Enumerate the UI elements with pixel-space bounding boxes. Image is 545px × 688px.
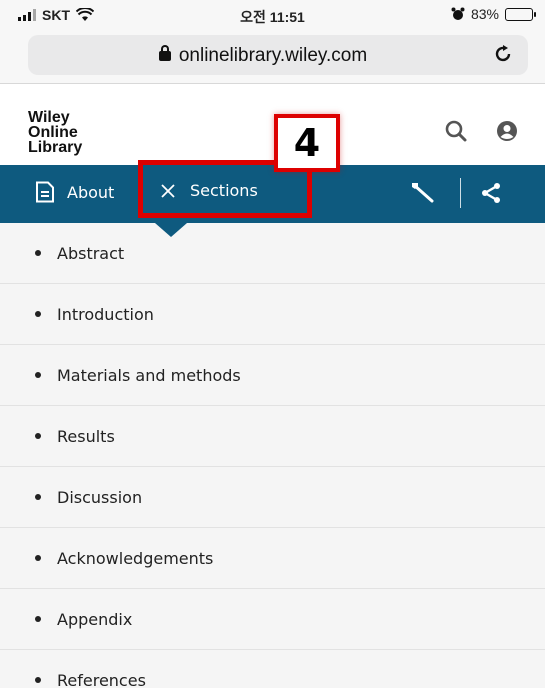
share-icon[interactable]	[480, 182, 502, 204]
section-item-label: Discussion	[57, 487, 143, 507]
address-bar[interactable]: onlinelibrary.wiley.com	[28, 35, 528, 75]
section-item-label: Results	[57, 426, 115, 446]
bullet-icon	[35, 433, 41, 439]
sections-list: Abstract Introduction Materials and method…	[0, 223, 545, 688]
section-item-references[interactable]: References	[0, 650, 545, 688]
site-header: Wiley Online Library	[0, 85, 545, 165]
section-item-label: Introduction	[57, 304, 154, 324]
section-item-abstract[interactable]: Abstract	[0, 223, 545, 284]
user-icon[interactable]	[496, 120, 518, 142]
bullet-icon	[35, 677, 41, 683]
browser-address-area: onlinelibrary.wiley.com	[0, 32, 545, 84]
search-icon[interactable]	[444, 119, 468, 143]
section-item-label: Appendix	[57, 609, 133, 629]
status-right: 83%	[451, 6, 536, 22]
address-text-container: onlinelibrary.wiley.com	[28, 45, 498, 67]
section-item-results[interactable]: Results	[0, 406, 545, 467]
section-item-label: References	[57, 670, 146, 688]
battery-percent: 83%	[470, 6, 499, 22]
sections-caret	[155, 223, 187, 237]
section-item-discussion[interactable]: Discussion	[0, 467, 545, 528]
status-bar: SKT 오전 11:51 83%	[0, 0, 545, 32]
section-item-label: Materials and methods	[57, 365, 241, 385]
section-item-label: Acknowledgements	[57, 548, 214, 568]
bullet-icon	[35, 555, 41, 561]
bullet-icon	[35, 494, 41, 500]
section-item-label: Abstract	[57, 243, 125, 263]
wiley-logo[interactable]: Wiley Online Library	[28, 109, 83, 156]
reload-icon[interactable]	[492, 43, 514, 65]
bullet-icon	[35, 311, 41, 317]
alarm-icon	[451, 7, 465, 20]
logo-line-2: Online	[28, 124, 78, 141]
battery-icon	[505, 7, 536, 21]
logo-line-3: Library	[28, 139, 83, 156]
document-icon	[36, 181, 54, 203]
section-item-acknowledgements[interactable]: Acknowledgements	[0, 528, 545, 589]
address-domain: onlinelibrary.wiley.com	[178, 45, 368, 66]
about-tab[interactable]: About	[35, 181, 114, 203]
bullet-icon	[35, 372, 41, 378]
annotation-step-number: 4	[274, 114, 340, 172]
about-label: About	[67, 182, 115, 202]
bullet-icon	[35, 250, 41, 256]
section-item-materials-and-methods[interactable]: Materials and methods	[0, 345, 545, 406]
wrench-icon[interactable]	[410, 181, 438, 207]
bullet-icon	[35, 616, 41, 622]
section-item-introduction[interactable]: Introduction	[0, 284, 545, 345]
logo-line-1: Wiley	[28, 109, 70, 126]
nav-divider	[460, 178, 461, 208]
lock-icon	[158, 45, 171, 61]
section-item-appendix[interactable]: Appendix	[0, 589, 545, 650]
